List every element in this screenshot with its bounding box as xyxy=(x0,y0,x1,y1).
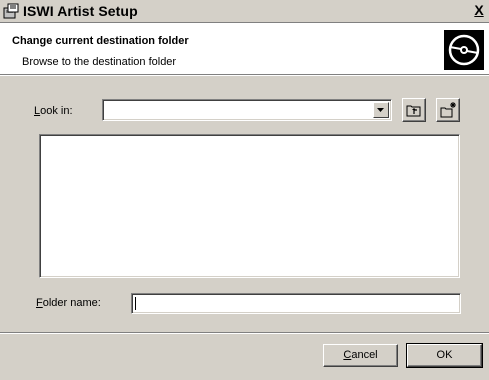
footer-divider xyxy=(0,332,489,334)
new-folder-icon xyxy=(440,102,456,118)
up-one-level-icon xyxy=(406,105,421,117)
up-one-level-button[interactable] xyxy=(402,98,426,122)
banner-subtitle: Browse to the destination folder xyxy=(22,56,177,68)
title-bar[interactable]: ISWI Artist Setup X xyxy=(0,0,489,22)
folder-name-input[interactable] xyxy=(131,293,461,314)
window-title: ISWI Artist Setup xyxy=(23,3,138,19)
banner-divider xyxy=(0,74,489,76)
setup-dialog: ISWI Artist Setup X Change current desti… xyxy=(0,0,489,380)
folder-name-label-text: older name: xyxy=(42,297,101,309)
chevron-down-icon xyxy=(377,108,384,112)
banner-title: Change current destination folder xyxy=(12,35,189,47)
look-in-dropdown-button[interactable] xyxy=(373,102,389,118)
folder-list[interactable] xyxy=(39,134,460,278)
setup-window-icon xyxy=(3,3,19,19)
cancel-label: ancel xyxy=(351,349,378,361)
ok-button[interactable]: OK xyxy=(406,343,483,368)
folder-name-label-mnemonic: F xyxy=(36,297,43,309)
look-in-dropdown[interactable] xyxy=(102,99,392,121)
header-banner: Change current destination folder Browse… xyxy=(0,22,489,74)
look-in-label-text: ook in: xyxy=(40,105,73,117)
close-button[interactable]: X xyxy=(471,2,487,18)
look-in-label: Look in: xyxy=(34,105,73,117)
folder-name-label: Folder name: xyxy=(36,297,101,309)
text-caret xyxy=(135,297,136,310)
new-folder-button[interactable] xyxy=(436,98,460,122)
disc-icon xyxy=(444,30,484,70)
cancel-button[interactable]: Cancel xyxy=(323,344,398,367)
